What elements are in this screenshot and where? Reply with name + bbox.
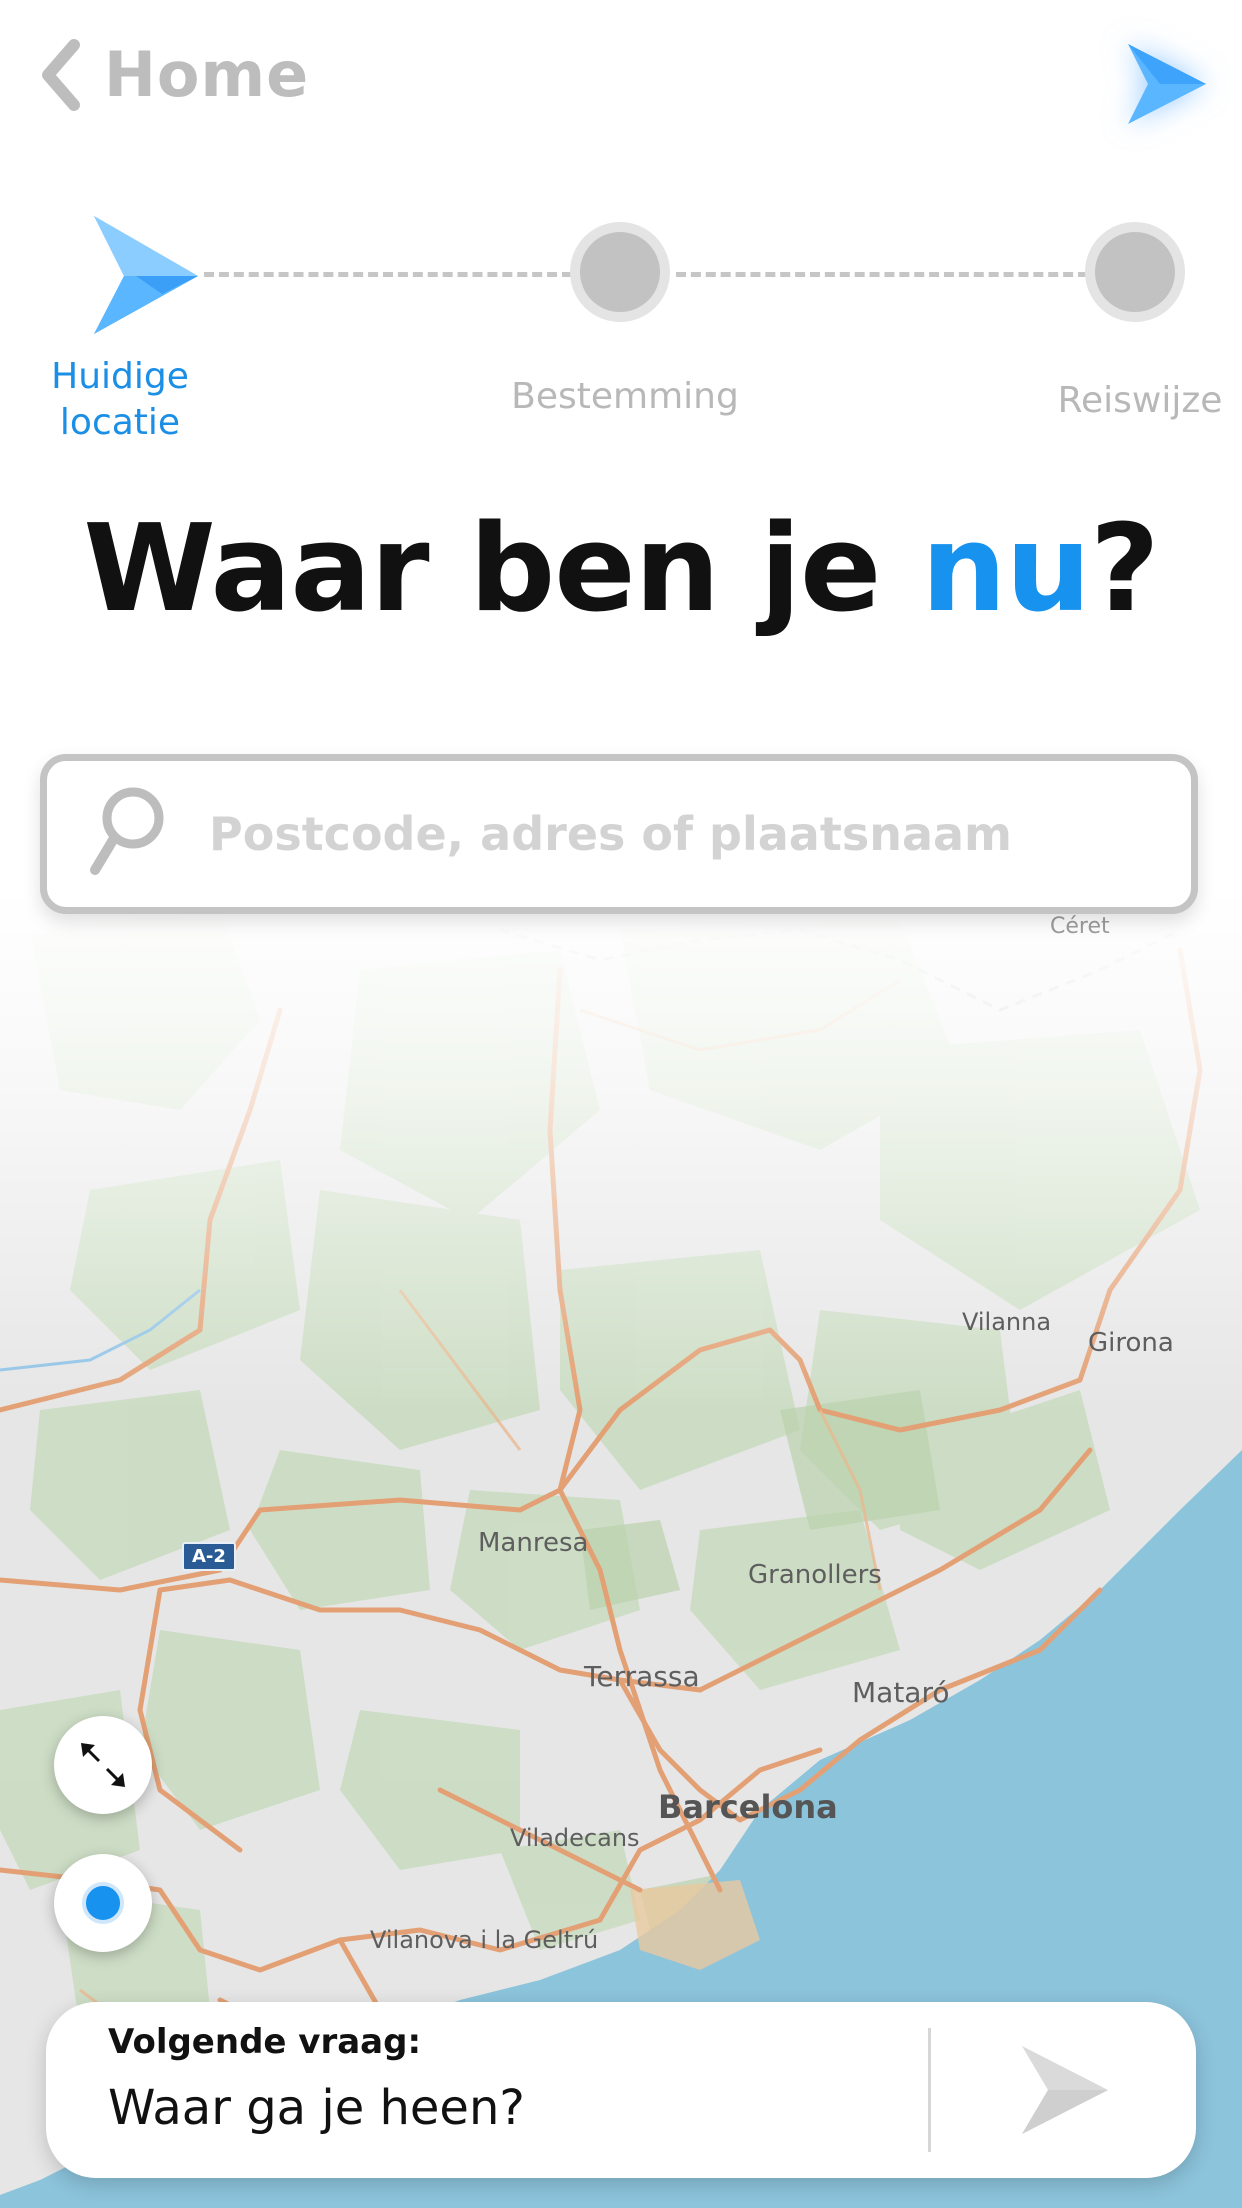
header: Home (0, 0, 1242, 160)
step-connector (676, 272, 1088, 277)
title-prefix: Waar ben je (83, 500, 922, 639)
map-label-vilanova: Vilanova i la Geltrú (370, 1926, 599, 1954)
step-label-destination: Bestemming (511, 376, 739, 417)
search-field[interactable]: Postcode, adres of plaatsnaam (40, 754, 1198, 914)
search-icon (90, 787, 164, 875)
card-divider (928, 2028, 931, 2152)
step-label-current-location: Huidige locatie (51, 356, 189, 443)
map-label-vilanna: Vilanna (962, 1308, 1052, 1336)
next-question-kicker: Volgende vraag: (108, 2022, 422, 2062)
title-accent: nu (921, 500, 1091, 639)
step-dot-travel-mode (1085, 222, 1185, 322)
next-arrow-icon[interactable] (1004, 2040, 1134, 2140)
current-location-icon (82, 1882, 124, 1924)
map-top-fade (0, 890, 1242, 1410)
back-button[interactable]: Home (38, 38, 309, 111)
current-location-button[interactable] (54, 1854, 152, 1952)
page-title: Waar ben je nu? (0, 500, 1242, 639)
map-label-barcelona: Barcelona (658, 1788, 838, 1826)
map-label-granollers: Granollers (748, 1560, 882, 1590)
step-connector (204, 272, 572, 277)
expand-map-button[interactable] (54, 1716, 152, 1814)
map-label-ceret: Céret (1050, 914, 1110, 939)
map-label-viladecans: Viladecans (510, 1824, 640, 1852)
next-question-text: Waar ga je heen? (108, 2080, 525, 2136)
search-placeholder: Postcode, adres of plaatsnaam (209, 807, 1012, 861)
map-label-mataro: Mataró (852, 1676, 950, 1709)
map-label-girona: Girona (1088, 1328, 1174, 1358)
expand-diagonal-icon (81, 1743, 125, 1787)
brand-arrow-icon[interactable] (1110, 36, 1220, 136)
back-label: Home (104, 38, 310, 111)
map-label-terrassa: Terrassa (584, 1660, 700, 1693)
map-label-manresa: Manresa (478, 1528, 589, 1558)
title-suffix: ? (1090, 500, 1160, 639)
road-shield-a2: A-2 (182, 1542, 236, 1571)
step-active-arrow-icon (94, 216, 198, 334)
step-label-travel-mode: Reiswijze (1057, 380, 1223, 421)
step-dot-destination (570, 222, 670, 322)
next-question-card[interactable]: Volgende vraag: Waar ga je heen? (46, 2002, 1196, 2178)
chevron-left-icon (42, 38, 80, 111)
